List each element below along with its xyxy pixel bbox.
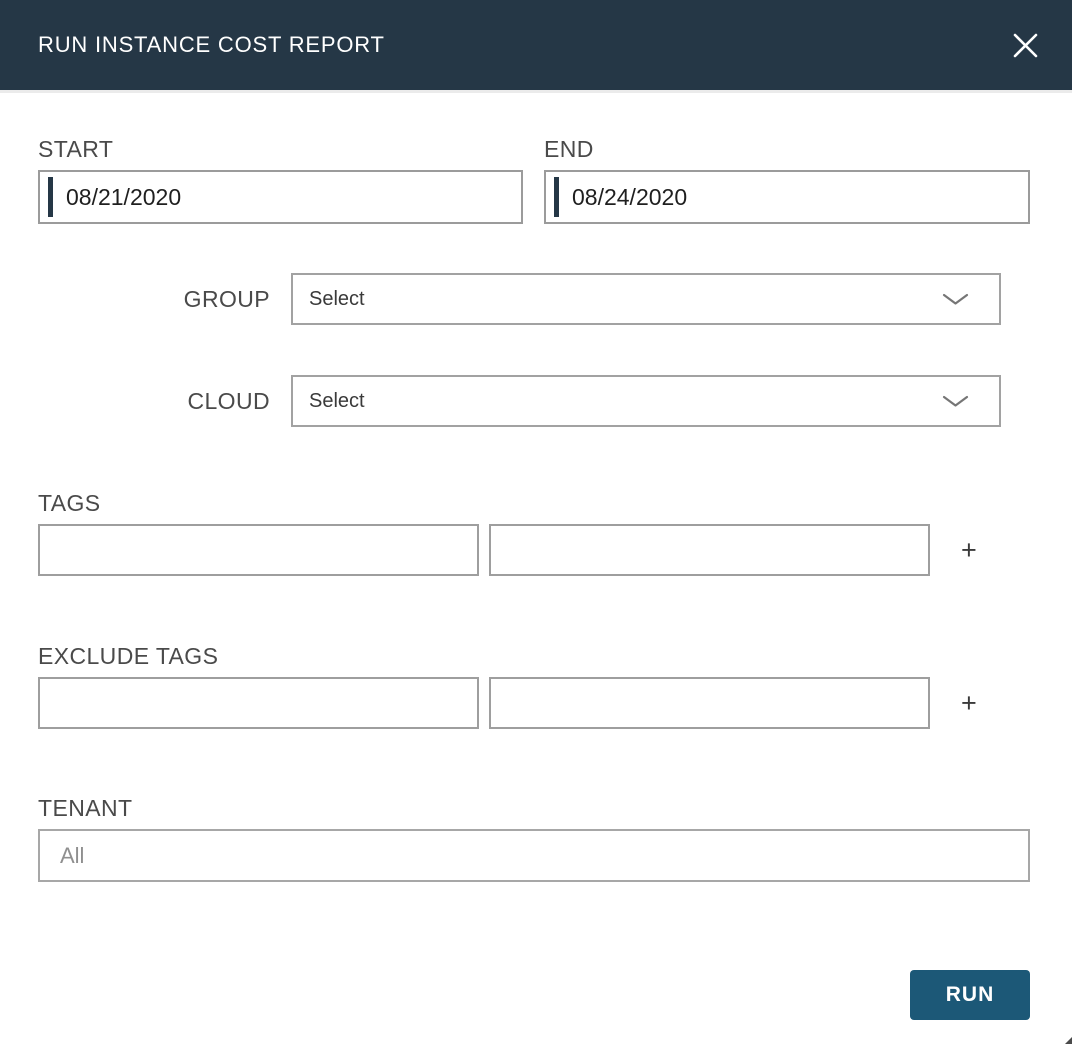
tags-row: +: [38, 524, 1030, 576]
chevron-down-icon: [942, 395, 969, 408]
add-exclude-tag-button[interactable]: +: [961, 690, 977, 717]
resize-grip-icon: [1065, 1037, 1072, 1044]
cloud-select[interactable]: Select: [291, 375, 1001, 427]
end-label: END: [544, 136, 1030, 163]
date-range-row: START END: [38, 136, 1030, 224]
page-title: RUN INSTANCE COST REPORT: [38, 32, 385, 58]
report-form: START END GROUP Select CLOUD: [0, 93, 1072, 1020]
tags-label: TAGS: [38, 490, 1030, 517]
group-field-row: GROUP Select: [38, 273, 1030, 325]
exclude-tags-section: EXCLUDE TAGS +: [38, 643, 1030, 729]
end-date-input[interactable]: [572, 184, 1028, 211]
tenant-label: TENANT: [38, 795, 1030, 822]
tags-section: TAGS +: [38, 490, 1030, 576]
group-label: GROUP: [38, 286, 291, 313]
cloud-select-value: Select: [309, 390, 365, 413]
exclude-tag-name-input[interactable]: [38, 677, 479, 729]
chevron-down-icon: [942, 293, 969, 306]
tenant-input[interactable]: [38, 829, 1030, 882]
cloud-field-row: CLOUD Select: [38, 375, 1030, 427]
start-label: START: [38, 136, 523, 163]
start-date-box: [38, 170, 523, 224]
end-date-box: [544, 170, 1030, 224]
cloud-label: CLOUD: [38, 388, 291, 415]
exclude-tags-row: +: [38, 677, 1030, 729]
close-button[interactable]: [1008, 28, 1042, 62]
group-select[interactable]: Select: [291, 273, 1001, 325]
tag-value-input[interactable]: [489, 524, 930, 576]
group-select-value: Select: [309, 288, 365, 311]
start-accent-bar: [48, 177, 53, 217]
modal-footer: RUN: [38, 970, 1030, 1020]
run-button[interactable]: RUN: [910, 970, 1030, 1020]
add-tag-button[interactable]: +: [961, 537, 977, 564]
modal-header: RUN INSTANCE COST REPORT: [0, 0, 1072, 90]
close-icon: [1012, 32, 1039, 59]
exclude-tag-value-input[interactable]: [489, 677, 930, 729]
end-accent-bar: [554, 177, 559, 217]
tenant-section: TENANT: [38, 795, 1030, 882]
tag-name-input[interactable]: [38, 524, 479, 576]
start-date-input[interactable]: [66, 184, 521, 211]
end-date-field-group: END: [544, 136, 1030, 224]
exclude-tags-label: EXCLUDE TAGS: [38, 643, 1030, 670]
start-date-field-group: START: [38, 136, 523, 224]
